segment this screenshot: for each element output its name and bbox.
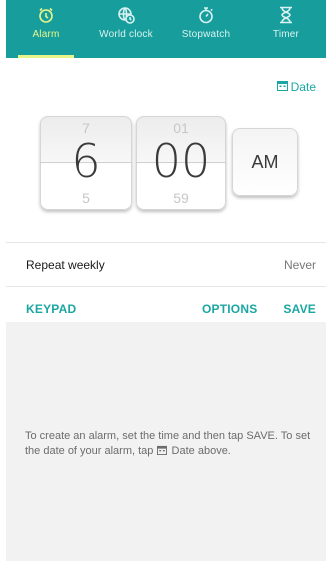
keypad-button[interactable]: KEYPAD xyxy=(26,302,76,316)
repeat-weekly-row[interactable]: Repeat weekly Never xyxy=(6,242,326,286)
hour-picker[interactable]: 7 6 5 xyxy=(40,116,132,210)
action-bar-right: OPTIONS SAVE xyxy=(202,302,316,316)
tab-label: Alarm xyxy=(32,29,60,40)
globe-clock-icon xyxy=(116,5,136,25)
ampm-toggle[interactable]: AM xyxy=(232,128,298,196)
alarm-editor-panel: Date 7 6 5 01 00 59 AM Repeat weekly Nev… xyxy=(6,58,326,322)
minute-next-value: 59 xyxy=(173,190,189,206)
hourglass-icon xyxy=(276,5,296,25)
tab-bar: Alarm World clock Stopwatch Timer xyxy=(6,0,326,58)
date-button[interactable]: Date xyxy=(276,80,316,94)
save-button[interactable]: SAVE xyxy=(283,302,316,316)
help-text: To create an alarm, set the time and the… xyxy=(25,429,317,460)
tab-label: Timer xyxy=(272,29,300,40)
tab-stopwatch[interactable]: Stopwatch xyxy=(166,0,246,58)
stopwatch-icon xyxy=(196,5,216,25)
tab-alarm[interactable]: Alarm xyxy=(6,0,86,58)
repeat-value: Never xyxy=(283,257,316,272)
calendar-icon xyxy=(276,80,288,94)
date-label: Date xyxy=(290,80,316,94)
app-window: Alarm World clock Stopwatch Timer Date 7… xyxy=(6,0,326,561)
action-bar: KEYPAD OPTIONS SAVE xyxy=(6,286,326,330)
repeat-label: Repeat weekly xyxy=(26,257,105,272)
alarm-clock-icon xyxy=(36,5,56,25)
help-text-part2: Date above. xyxy=(171,445,231,457)
hour-value: 6 xyxy=(71,134,101,188)
tab-timer[interactable]: Timer xyxy=(246,0,326,58)
tab-label: Stopwatch xyxy=(181,29,231,40)
tab-world-clock[interactable]: World clock xyxy=(86,0,166,58)
calendar-icon xyxy=(157,445,168,460)
tab-label: World clock xyxy=(99,29,153,40)
hour-next-value: 5 xyxy=(82,190,90,206)
minute-picker[interactable]: 01 00 59 xyxy=(136,116,226,210)
minute-value: 00 xyxy=(151,134,211,188)
options-button[interactable]: OPTIONS xyxy=(202,302,257,316)
help-text-part1: To create an alarm, set the time and the… xyxy=(25,430,311,457)
